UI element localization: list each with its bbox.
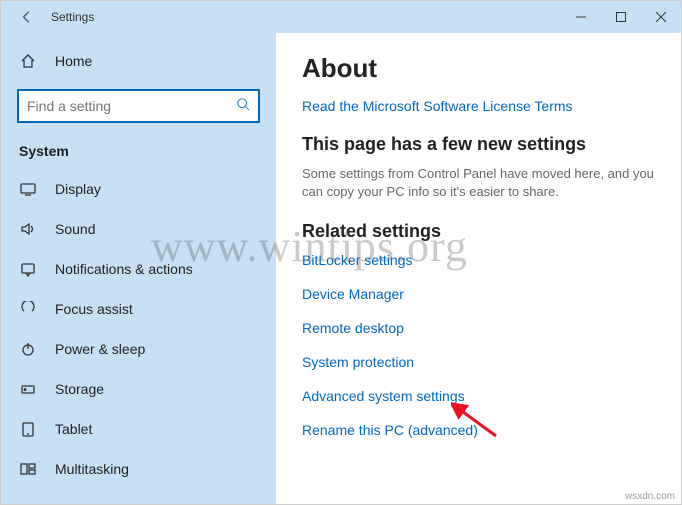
focus-assist-icon xyxy=(19,300,37,318)
link-device-manager[interactable]: Device Manager xyxy=(302,286,655,302)
sidebar-item-storage[interactable]: Storage xyxy=(1,369,276,409)
storage-icon xyxy=(19,380,37,398)
home-icon xyxy=(19,52,37,70)
multitasking-icon xyxy=(19,460,37,478)
link-remote-desktop[interactable]: Remote desktop xyxy=(302,320,655,336)
search-input-wrapper[interactable] xyxy=(17,89,260,123)
minimize-button[interactable] xyxy=(561,1,601,33)
page-title: About xyxy=(302,53,655,84)
sidebar-item-tablet[interactable]: Tablet xyxy=(1,409,276,449)
sidebar-item-power-sleep[interactable]: Power & sleep xyxy=(1,329,276,369)
maximize-button[interactable] xyxy=(601,1,641,33)
license-terms-link[interactable]: Read the Microsoft Software License Term… xyxy=(302,98,655,114)
search-icon xyxy=(236,97,250,116)
sidebar-item-label: Power & sleep xyxy=(55,341,145,357)
sound-icon xyxy=(19,220,37,238)
sidebar-item-label: Storage xyxy=(55,381,104,397)
sidebar-item-label: Focus assist xyxy=(55,301,133,317)
link-bitlocker-settings[interactable]: BitLocker settings xyxy=(302,252,655,268)
sidebar-item-label: Multitasking xyxy=(55,461,129,477)
sidebar-home[interactable]: Home xyxy=(1,41,276,81)
search-input[interactable] xyxy=(27,98,236,114)
new-settings-heading: This page has a few new settings xyxy=(302,134,655,155)
sidebar-item-sound[interactable]: Sound xyxy=(1,209,276,249)
link-rename-pc-advanced[interactable]: Rename this PC (advanced) xyxy=(302,422,655,438)
sidebar-item-display[interactable]: Display xyxy=(1,169,276,209)
window-controls xyxy=(561,1,681,33)
sidebar-item-multitasking[interactable]: Multitasking xyxy=(1,449,276,489)
sidebar-item-label: Notifications & actions xyxy=(55,261,193,277)
link-system-protection[interactable]: System protection xyxy=(302,354,655,370)
sidebar-item-label: Sound xyxy=(55,221,95,237)
notifications-icon xyxy=(19,260,37,278)
sidebar: Home System Display Sound Notifications … xyxy=(1,33,276,504)
main-content: About Read the Microsoft Software Licens… xyxy=(276,33,681,504)
sidebar-item-label: Tablet xyxy=(55,421,92,437)
back-button[interactable] xyxy=(11,1,43,33)
close-button[interactable] xyxy=(641,1,681,33)
sidebar-home-label: Home xyxy=(55,53,92,69)
window-title: Settings xyxy=(51,10,94,24)
sidebar-item-focus-assist[interactable]: Focus assist xyxy=(1,289,276,329)
link-advanced-system-settings[interactable]: Advanced system settings xyxy=(302,388,655,404)
titlebar: Settings xyxy=(1,1,681,33)
new-settings-body: Some settings from Control Panel have mo… xyxy=(302,165,655,201)
sidebar-section-header: System xyxy=(1,137,276,169)
attribution-text: wsxdn.com xyxy=(625,491,675,502)
sidebar-item-label: Display xyxy=(55,181,101,197)
related-settings-heading: Related settings xyxy=(302,221,655,242)
power-icon xyxy=(19,340,37,358)
display-icon xyxy=(19,180,37,198)
sidebar-item-notifications[interactable]: Notifications & actions xyxy=(1,249,276,289)
tablet-icon xyxy=(19,420,37,438)
